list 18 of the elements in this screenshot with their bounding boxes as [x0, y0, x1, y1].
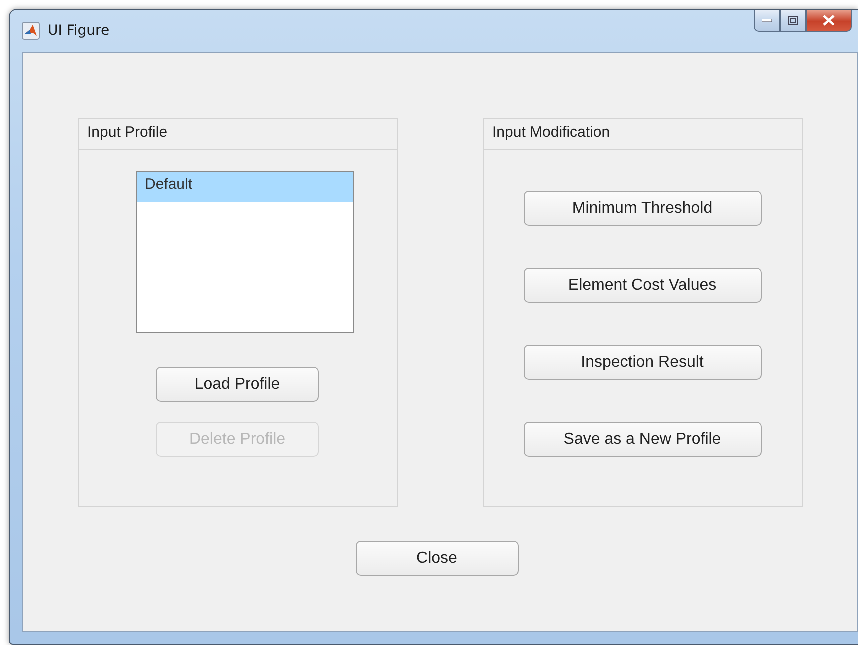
close-button[interactable]: Close — [356, 541, 518, 576]
action-button[interactable]: Element Cost Values — [524, 268, 762, 303]
close-icon — [823, 15, 835, 26]
window-title: UI Figure — [48, 23, 110, 39]
action-button[interactable]: Minimum Threshold — [524, 191, 762, 226]
panel-title: Input Profile — [78, 119, 396, 150]
panel-title: Input Modification — [484, 119, 802, 150]
list-item[interactable]: Default — [137, 172, 353, 202]
action-button[interactable]: Inspection Result — [524, 345, 762, 380]
profile-button[interactable]: Load Profile — [156, 367, 319, 402]
action-button[interactable]: Save as a New Profile — [524, 422, 762, 457]
app-logo-icon — [22, 22, 40, 40]
maximize-icon — [788, 16, 798, 25]
profile-list[interactable]: Default — [136, 171, 354, 333]
minimize-button[interactable] — [754, 10, 780, 32]
maximize-button[interactable] — [780, 10, 806, 32]
close-window-button[interactable] — [806, 10, 852, 32]
minimize-icon — [762, 18, 772, 22]
